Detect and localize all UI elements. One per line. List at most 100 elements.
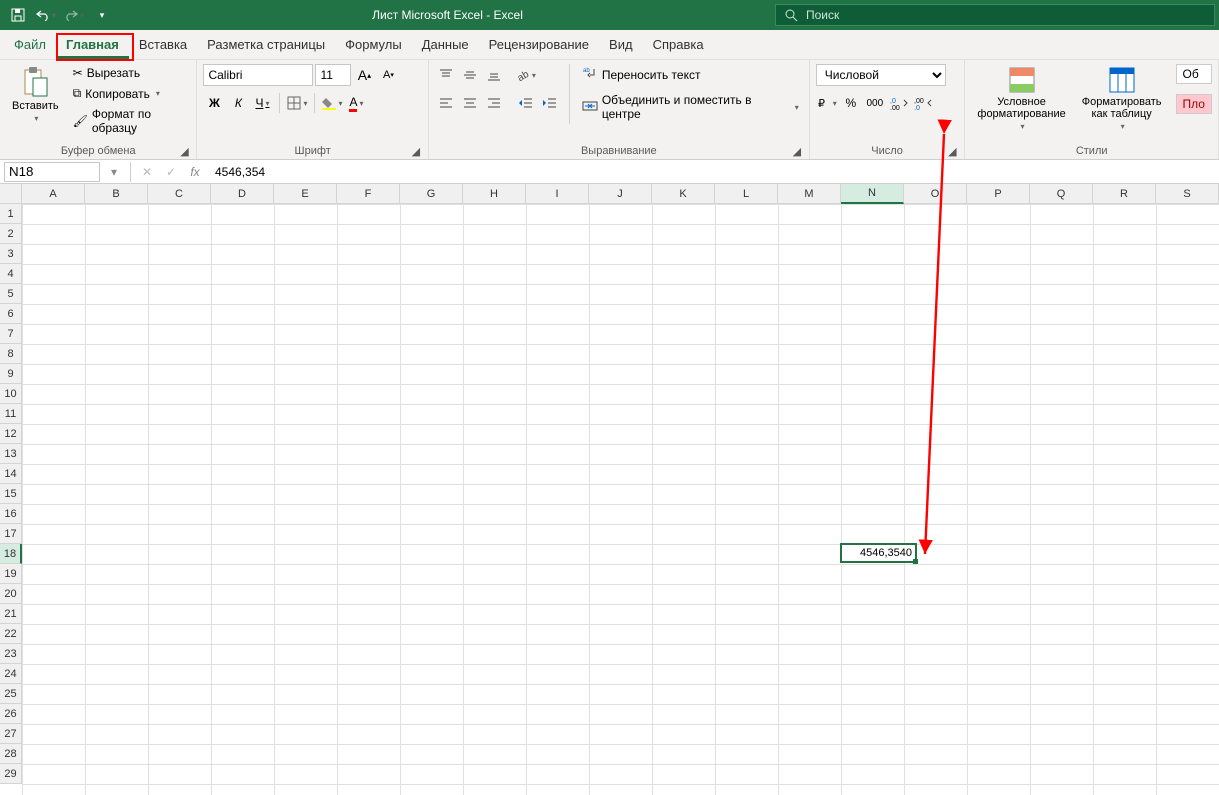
undo-icon[interactable] — [34, 3, 58, 27]
style-normal[interactable]: Об — [1176, 64, 1212, 84]
select-all-corner[interactable] — [0, 184, 22, 204]
alignment-launcher-icon[interactable]: ◢ — [791, 145, 803, 157]
row-header[interactable]: 2 — [0, 224, 22, 244]
row-header[interactable]: 8 — [0, 344, 22, 364]
save-icon[interactable] — [6, 3, 30, 27]
row-header[interactable]: 6 — [0, 304, 22, 324]
grid-body[interactable]: 4546,3540 — [22, 204, 1219, 795]
align-bottom-icon[interactable] — [483, 64, 505, 86]
align-top-icon[interactable] — [435, 64, 457, 86]
row-header[interactable]: 9 — [0, 364, 22, 384]
row-header[interactable]: 18 — [0, 544, 22, 564]
column-header[interactable]: G — [400, 184, 463, 204]
increase-indent-icon[interactable] — [539, 92, 561, 114]
wrap-text-button[interactable]: abПереносить текст — [578, 64, 803, 85]
formula-input[interactable]: 4546,354 — [207, 165, 1219, 179]
column-header[interactable]: P — [967, 184, 1030, 204]
cancel-edit-icon[interactable]: ✕ — [135, 161, 159, 183]
selected-cell[interactable]: 4546,3540 — [840, 543, 917, 563]
column-header[interactable]: I — [526, 184, 589, 204]
tab-layout[interactable]: Разметка страницы — [197, 31, 335, 59]
font-color-button[interactable]: А — [345, 92, 367, 114]
column-header[interactable]: B — [85, 184, 148, 204]
italic-button[interactable]: К — [227, 92, 249, 114]
row-header[interactable]: 26 — [0, 704, 22, 724]
row-header[interactable]: 11 — [0, 404, 22, 424]
row-header[interactable]: 28 — [0, 744, 22, 764]
number-launcher-icon[interactable]: ◢ — [946, 145, 958, 157]
column-header[interactable]: F — [337, 184, 400, 204]
tab-data[interactable]: Данные — [412, 31, 479, 59]
align-left-icon[interactable] — [435, 92, 457, 114]
bold-button[interactable]: Ж — [203, 92, 225, 114]
tab-view[interactable]: Вид — [599, 31, 643, 59]
row-header[interactable]: 23 — [0, 644, 22, 664]
merge-center-button[interactable]: Объединить и поместить в центре — [578, 91, 803, 123]
cut-button[interactable]: ✂Вырезать — [69, 64, 191, 82]
column-header[interactable]: N — [841, 184, 904, 204]
font-size-select[interactable] — [315, 64, 351, 86]
orientation-icon[interactable]: ab — [515, 64, 537, 86]
conditional-formatting-button[interactable]: Условное форматирование — [971, 64, 1071, 133]
row-header[interactable]: 1 — [0, 204, 22, 224]
column-header[interactable]: Q — [1030, 184, 1093, 204]
row-header[interactable]: 15 — [0, 484, 22, 504]
tab-review[interactable]: Рецензирование — [479, 31, 599, 59]
comma-format-icon[interactable]: 000 — [864, 92, 886, 114]
redo-icon[interactable] — [62, 3, 86, 27]
namebox-dropdown-icon[interactable]: ▾ — [102, 161, 126, 183]
row-header[interactable]: 19 — [0, 564, 22, 584]
format-painter-button[interactable]: 🖌Формат по образцу — [69, 105, 191, 137]
row-header[interactable]: 12 — [0, 424, 22, 444]
borders-button[interactable] — [286, 92, 308, 114]
row-header[interactable]: 5 — [0, 284, 22, 304]
customize-qat-icon[interactable]: ▾ — [90, 3, 114, 27]
decrease-indent-icon[interactable] — [515, 92, 537, 114]
tab-home[interactable]: Главная — [56, 31, 129, 59]
align-right-icon[interactable] — [483, 92, 505, 114]
column-header[interactable]: L — [715, 184, 778, 204]
column-header[interactable]: O — [904, 184, 967, 204]
column-header[interactable]: K — [652, 184, 715, 204]
row-header[interactable]: 13 — [0, 444, 22, 464]
column-header[interactable]: C — [148, 184, 211, 204]
increase-decimal-icon[interactable]: ,0,00 — [888, 92, 910, 114]
paste-button[interactable]: Вставить — [6, 64, 65, 125]
column-header[interactable]: R — [1093, 184, 1156, 204]
style-bad[interactable]: Пло — [1176, 94, 1212, 114]
tab-formulas[interactable]: Формулы — [335, 31, 412, 59]
row-header[interactable]: 22 — [0, 624, 22, 644]
column-header[interactable]: D — [211, 184, 274, 204]
row-header[interactable]: 3 — [0, 244, 22, 264]
confirm-edit-icon[interactable]: ✓ — [159, 161, 183, 183]
underline-button[interactable]: Ч — [251, 92, 273, 114]
name-box[interactable] — [4, 162, 100, 182]
row-header[interactable]: 4 — [0, 264, 22, 284]
column-header[interactable]: A — [22, 184, 85, 204]
row-header[interactable]: 16 — [0, 504, 22, 524]
tab-help[interactable]: Справка — [643, 31, 714, 59]
font-launcher-icon[interactable]: ◢ — [410, 145, 422, 157]
row-header[interactable]: 24 — [0, 664, 22, 684]
column-header[interactable]: S — [1156, 184, 1219, 204]
clipboard-launcher-icon[interactable]: ◢ — [178, 145, 190, 157]
row-header[interactable]: 7 — [0, 324, 22, 344]
percent-format-icon[interactable]: % — [840, 92, 862, 114]
column-header[interactable]: E — [274, 184, 337, 204]
align-middle-icon[interactable] — [459, 64, 481, 86]
column-header[interactable]: M — [778, 184, 841, 204]
tab-insert[interactable]: Вставка — [129, 31, 197, 59]
align-center-icon[interactable] — [459, 92, 481, 114]
copy-button[interactable]: ⧉Копировать — [69, 84, 191, 103]
search-input[interactable]: Поиск — [775, 4, 1215, 26]
decrease-decimal-icon[interactable]: ,00,0 — [912, 92, 934, 114]
row-header[interactable]: 20 — [0, 584, 22, 604]
column-header[interactable]: J — [589, 184, 652, 204]
number-format-select[interactable]: Числовой — [816, 64, 946, 86]
row-header[interactable]: 27 — [0, 724, 22, 744]
row-header[interactable]: 29 — [0, 764, 22, 784]
decrease-font-icon[interactable]: A▾ — [377, 64, 399, 86]
font-name-select[interactable] — [203, 64, 313, 86]
fx-icon[interactable]: fx — [183, 161, 207, 183]
row-header[interactable]: 25 — [0, 684, 22, 704]
